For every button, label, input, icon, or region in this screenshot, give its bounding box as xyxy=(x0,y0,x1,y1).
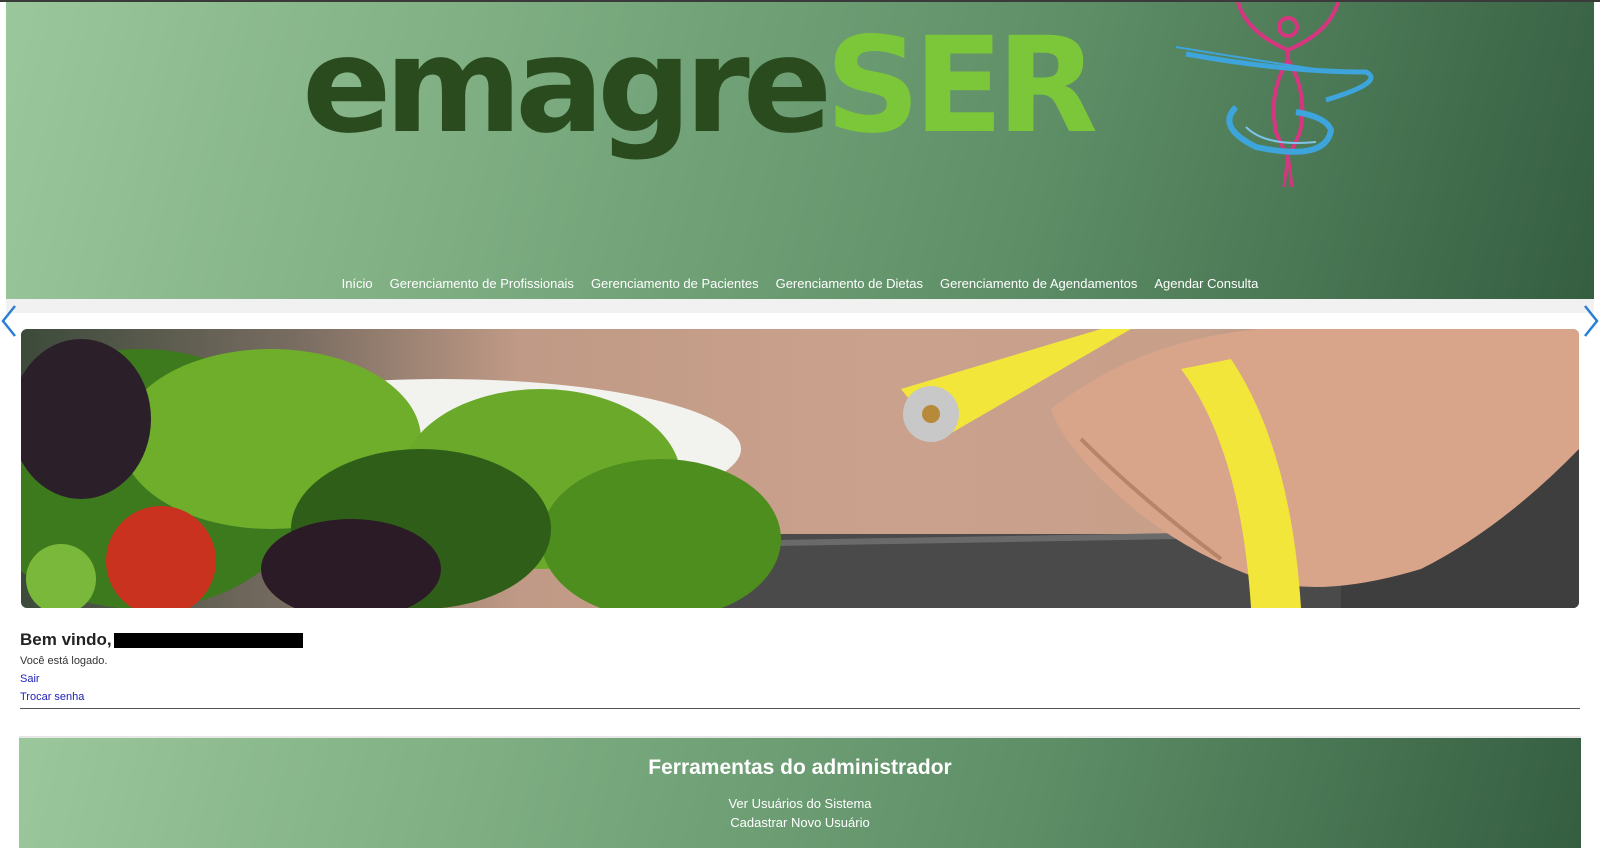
nav-inicio[interactable]: Início xyxy=(342,276,373,291)
nav-dietas[interactable]: Gerenciamento de Dietas xyxy=(776,276,923,291)
redacted-username xyxy=(113,632,303,648)
login-status: Você está logado. xyxy=(20,655,108,667)
admin-tools-panel: Ferramentas do administrador Ver Usuário… xyxy=(19,736,1581,848)
salad-measuring-tape-photo xyxy=(21,329,1579,608)
logout-link[interactable]: Sair xyxy=(20,673,40,685)
chevron-right-icon[interactable] xyxy=(1582,304,1600,338)
divider xyxy=(20,708,1580,709)
chevron-left-icon[interactable] xyxy=(0,304,18,338)
logo-text-emagre: emagre xyxy=(302,9,832,163)
change-password-link[interactable]: Trocar senha xyxy=(20,691,84,703)
register-user-link[interactable]: Cadastrar Novo Usuário xyxy=(19,815,1581,830)
welcome-text: Bem vindo, xyxy=(20,630,112,649)
nav-pacientes[interactable]: Gerenciamento de Pacientes xyxy=(591,276,759,291)
welcome-heading: Bem vindo, xyxy=(20,630,303,650)
logo-text-ser: SER xyxy=(825,9,1098,163)
nav-profissionais[interactable]: Gerenciamento de Profissionais xyxy=(390,276,574,291)
main-nav: Início Gerenciamento de Profissionais Ge… xyxy=(6,276,1594,291)
view-users-link[interactable]: Ver Usuários do Sistema xyxy=(19,796,1581,811)
logo-text[interactable]: emagreSER xyxy=(302,6,1098,166)
carousel-band xyxy=(6,299,1594,313)
admin-tools-title: Ferramentas do administrador xyxy=(648,756,952,779)
nav-agendar-consulta[interactable]: Agendar Consulta xyxy=(1154,276,1258,291)
site-header: emagreSER Início Gerenciamento de Profis… xyxy=(6,2,1594,299)
carousel-slide-image xyxy=(21,329,1579,608)
logo-figure-icon xyxy=(1176,2,1374,188)
nav-agendamentos[interactable]: Gerenciamento de Agendamentos xyxy=(940,276,1137,291)
